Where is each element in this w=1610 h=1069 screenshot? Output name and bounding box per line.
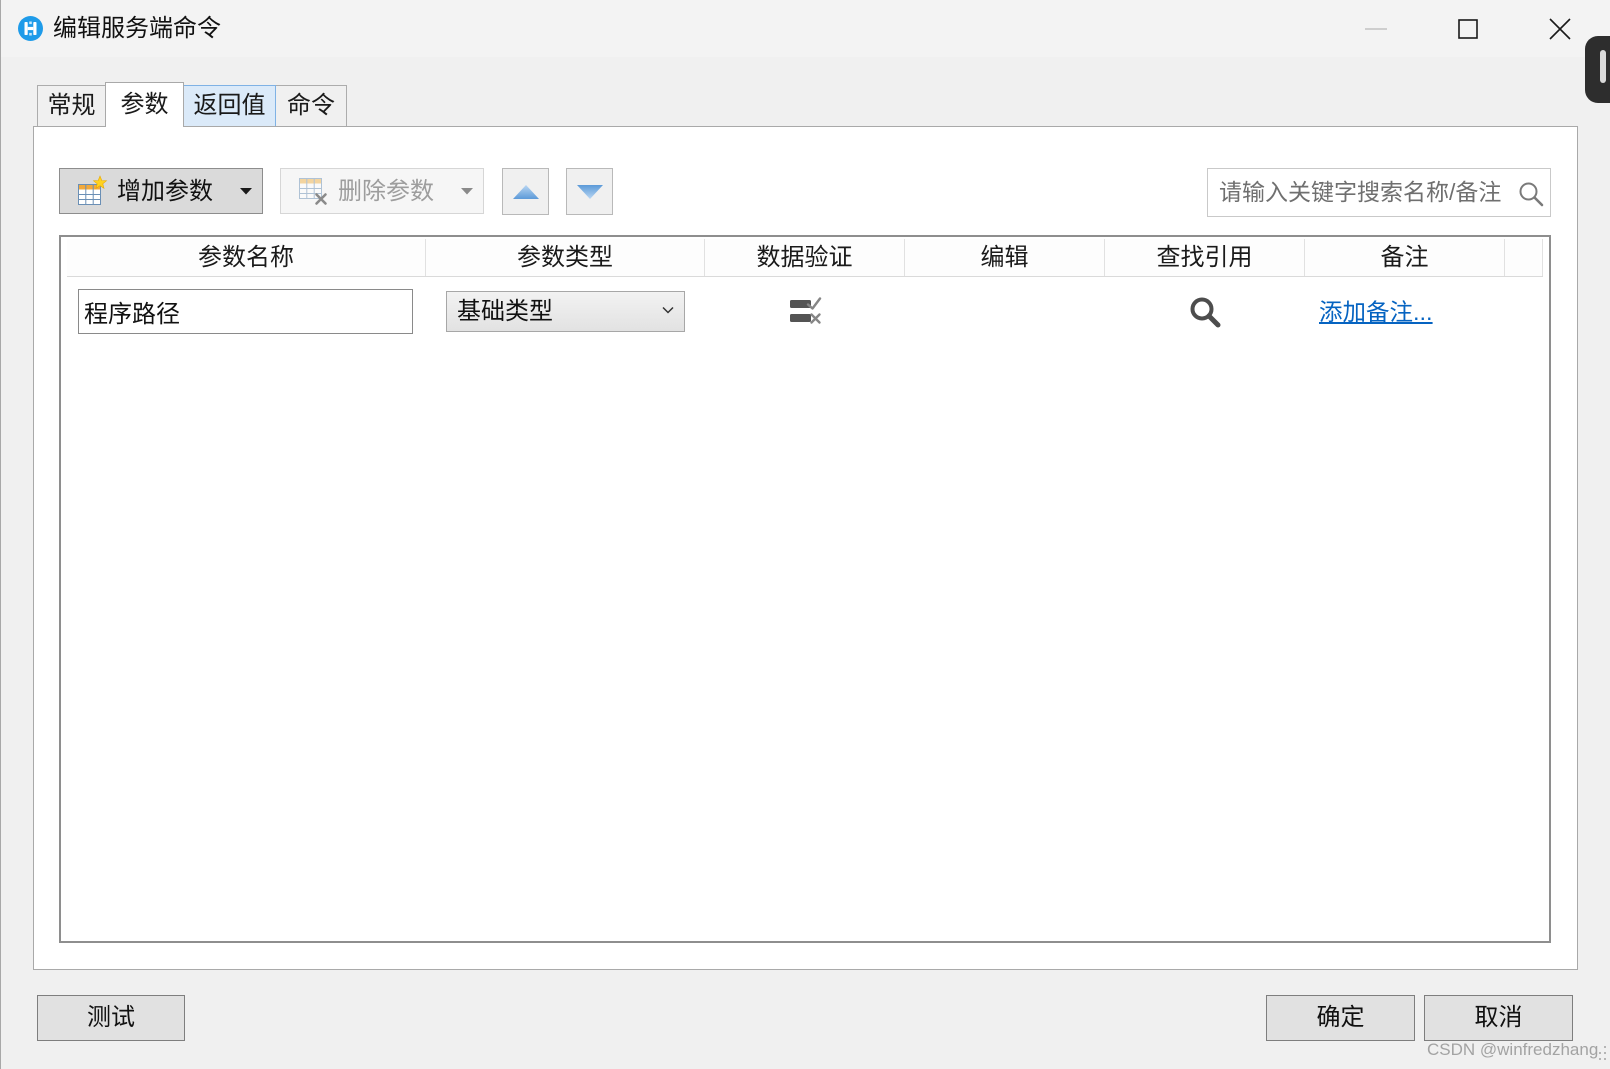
background-scroll-handle [1600,50,1606,83]
cell-parameter-name [67,286,426,337]
close-icon [1549,17,1571,40]
column-header-filler [1505,239,1543,276]
add-parameter-label: 增加参数 [117,178,213,205]
tab-parameters[interactable]: 参数 [105,82,184,127]
column-header-find-references[interactable]: 查找引用 [1105,239,1305,276]
parameters-tab-page: 增加参数 删除参数 请输入关键字搜索名称/备注 参数名称 参数类型 数据验证 编… [33,126,1578,970]
cell-parameter-type: 基础类型 [426,286,705,337]
table-row[interactable]: 基础类型 [67,286,1543,337]
cell-find-references [1105,286,1305,337]
table-delete-icon [299,178,327,205]
parameter-type-value: 基础类型 [457,298,553,325]
minimize-icon [1365,27,1387,30]
parameter-search-box[interactable] [1207,168,1551,217]
edit-server-command-dialog: 编辑服务端命令 常规 参数 返回值 命令 增加参数 删除参数 请输入关键字搜索名… [0,0,1610,1069]
find-references-icon[interactable] [1189,296,1222,328]
parameter-type-dropdown[interactable]: 基础类型 [446,291,685,332]
parameters-table: 参数名称 参数类型 数据验证 编辑 查找引用 备注 基础类型 [59,235,1551,943]
column-header-validation[interactable]: 数据验证 [705,239,905,276]
search-icon[interactable] [1518,181,1544,207]
cell-validation [705,286,905,337]
window-title: 编辑服务端命令 [53,15,221,42]
cell-notes: 添加备注... [1305,286,1505,337]
arrow-up-icon [512,184,539,199]
close-button[interactable] [1531,0,1589,57]
app-logo-icon [18,16,43,41]
parameter-name-input[interactable] [78,289,413,334]
caret-down-icon[interactable] [240,188,252,195]
table-add-icon [78,175,108,205]
title-bar[interactable]: 编辑服务端命令 [1,0,1610,57]
column-header-type[interactable]: 参数类型 [426,239,705,276]
column-header-name[interactable]: 参数名称 [67,239,426,276]
watermark: CSDN @winfredzhang [1427,1040,1599,1059]
add-parameter-button[interactable]: 增加参数 [59,168,263,214]
search-input[interactable] [1208,169,1550,216]
tab-command[interactable]: 命令 [275,85,347,126]
delete-parameter-button[interactable]: 删除参数 [280,168,484,214]
minimize-button[interactable] [1347,0,1405,57]
resize-grip-icon[interactable] [1596,1044,1608,1062]
column-header-edit[interactable]: 编辑 [905,239,1105,276]
add-note-link[interactable]: 添加备注... [1319,297,1433,327]
delete-parameter-label: 删除参数 [338,178,434,205]
validation-rules-icon[interactable] [789,297,822,326]
test-button[interactable]: 测试 [37,995,185,1041]
tab-return-value[interactable]: 返回值 [183,85,276,126]
move-up-button[interactable] [502,168,549,215]
arrow-down-icon [576,184,603,199]
caret-down-icon[interactable] [461,188,473,195]
ok-button[interactable]: 确定 [1266,995,1415,1041]
cancel-button[interactable]: 取消 [1424,995,1573,1041]
chevron-down-icon [662,306,674,314]
tab-general[interactable]: 常规 [37,85,106,126]
cell-edit[interactable] [905,286,1105,337]
move-down-button[interactable] [566,168,613,215]
background-window-edge [1585,36,1610,103]
column-header-notes[interactable]: 备注 [1305,239,1505,276]
maximize-icon [1458,18,1478,39]
table-header: 参数名称 参数类型 数据验证 编辑 查找引用 备注 [67,239,1543,277]
maximize-button[interactable] [1439,0,1497,57]
cell-filler [1505,286,1543,337]
